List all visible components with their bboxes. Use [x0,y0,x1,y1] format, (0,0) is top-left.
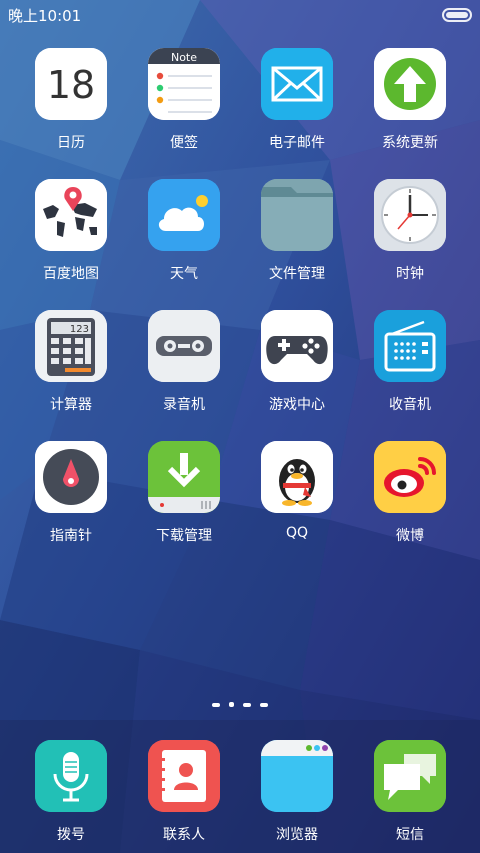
tape-recorder-icon [148,310,220,382]
app-messages[interactable]: 短信 [354,732,466,852]
note-icon: Note [148,48,220,120]
page-dot-current [229,702,234,707]
status-time: 晚上10:01 [8,7,82,25]
app-game-center[interactable]: 游戏中心 [241,302,353,422]
status-bar: 晚上10:01 [0,0,480,28]
weather-icon [148,179,220,251]
app-weibo[interactable]: 微博 [354,433,466,553]
app-label: 录音机 [163,397,205,413]
compass-icon [35,441,107,513]
mail-icon [261,48,333,120]
app-label: 联系人 [163,827,205,843]
app-compass[interactable]: 指南针 [15,433,127,553]
weibo-icon [374,441,446,513]
calculator-icon: 123 [35,310,107,382]
app-recorder[interactable]: 录音机 [128,302,240,422]
app-label: 指南针 [50,528,92,544]
app-label: 日历 [57,135,85,151]
calendar-icon: 18 [35,48,107,120]
app-label: 时钟 [396,266,424,282]
app-download-manager[interactable]: 下载管理 [128,433,240,553]
app-label: 百度地图 [43,266,99,282]
app-notes[interactable]: Note 便签 [128,40,240,160]
radio-icon [374,310,446,382]
app-label: 电子邮件 [269,135,325,151]
app-maps[interactable]: 百度地图 [15,171,127,291]
app-dialer[interactable]: 拨号 [15,732,127,852]
app-calculator[interactable]: 123 计算器 [15,302,127,422]
folder-icon [261,179,333,251]
update-arrow-icon [374,48,446,120]
app-radio[interactable]: 收音机 [354,302,466,422]
gamepad-icon [261,310,333,382]
contacts-icon [148,740,220,812]
calculator-display: 123 [70,324,89,335]
app-label: 浏览器 [276,827,318,843]
dock: 拨号 联系人 浏览器 短信 [0,720,480,853]
app-label: 便签 [170,135,198,151]
app-weather[interactable]: 天气 [128,171,240,291]
app-qq[interactable]: QQ [241,433,353,553]
app-system-update[interactable]: 系统更新 [354,40,466,160]
battery-icon [442,8,472,22]
download-icon [148,441,220,513]
app-email[interactable]: 电子邮件 [241,40,353,160]
app-label: 微博 [396,528,424,544]
microphone-icon [35,740,107,812]
page-dot [212,703,220,707]
app-label: 天气 [170,266,198,282]
app-browser[interactable]: 浏览器 [241,732,353,852]
app-label: 计算器 [50,397,92,413]
calendar-day: 18 [47,63,95,107]
map-icon [35,179,107,251]
page-dot [260,703,268,707]
app-clock[interactable]: 时钟 [354,171,466,291]
app-label: 文件管理 [269,266,325,282]
page-indicator[interactable] [0,700,480,710]
app-label: QQ [285,525,309,541]
page-dot [243,703,251,707]
app-label: 拨号 [57,827,85,843]
app-label: 下载管理 [156,528,212,544]
app-label: 游戏中心 [269,397,325,413]
note-header: Note [171,51,197,64]
qq-penguin-icon [261,441,333,513]
app-label: 系统更新 [382,135,438,151]
message-bubbles-icon [374,740,446,812]
clock-icon [374,179,446,251]
app-contacts[interactable]: 联系人 [128,732,240,852]
app-calendar[interactable]: 18 日历 [15,40,127,160]
app-label: 短信 [396,827,424,843]
browser-icon [261,740,333,812]
app-file-manager[interactable]: 文件管理 [241,171,353,291]
app-label: 收音机 [389,397,431,413]
